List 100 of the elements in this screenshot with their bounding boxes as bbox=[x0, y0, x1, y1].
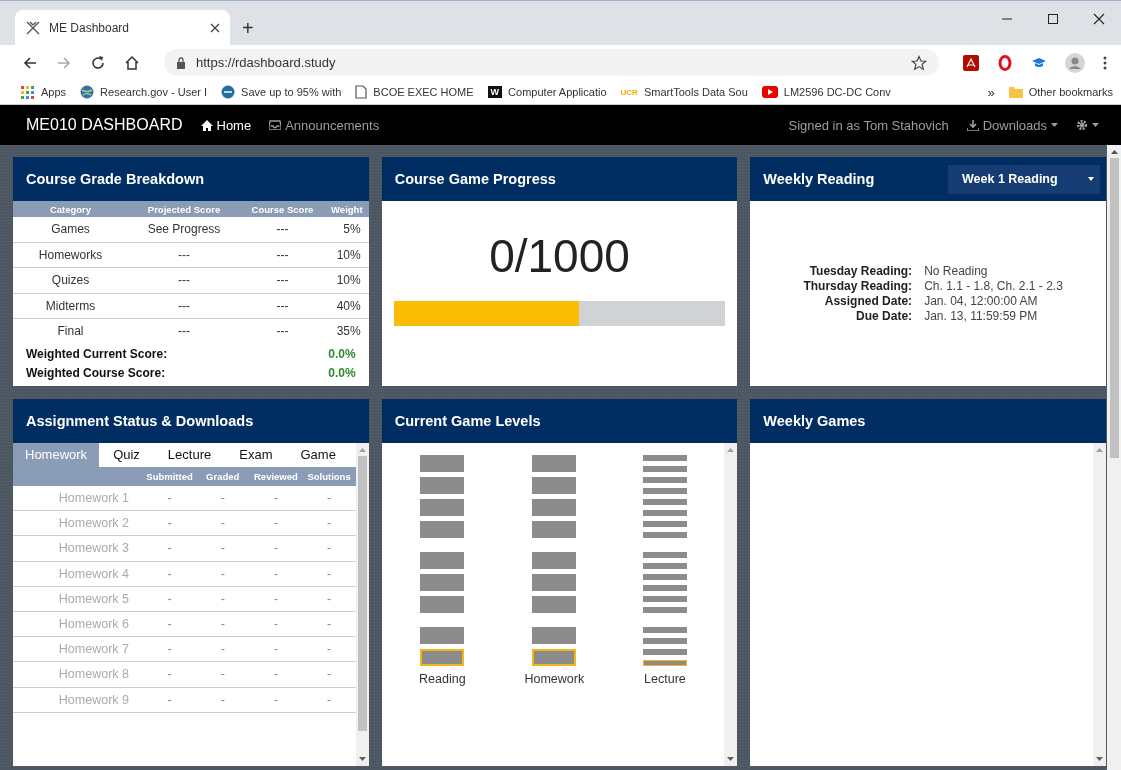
address-bar[interactable]: https://rdashboard.study bbox=[164, 49, 939, 76]
field-label: Assigned Date: bbox=[823, 293, 913, 309]
back-icon[interactable] bbox=[22, 54, 38, 71]
table-cell-text: - bbox=[219, 491, 226, 506]
table-cell-text: - bbox=[272, 516, 279, 531]
score-text: 0/1000 bbox=[489, 229, 630, 283]
downloads-menu[interactable]: Downloads bbox=[966, 117, 1058, 133]
table-cell-text: - bbox=[326, 642, 333, 657]
scrollbar[interactable] bbox=[1093, 443, 1106, 766]
new-tab-button[interactable]: + bbox=[242, 18, 254, 38]
bookmark[interactable]: BCOE EXEC HOME bbox=[373, 86, 474, 98]
table-cell-text: Homework 4 bbox=[57, 566, 130, 581]
apps-icon bbox=[20, 84, 35, 100]
table-cell-text: - bbox=[166, 566, 173, 581]
table-cell-text: Homework 9 bbox=[57, 692, 130, 707]
nav-link[interactable]: Announcements bbox=[269, 117, 380, 133]
scrollbar[interactable] bbox=[724, 443, 738, 766]
avatar-icon[interactable] bbox=[1065, 52, 1085, 73]
total-label: Weighted Course Score: bbox=[26, 365, 166, 380]
bookmark[interactable]: SmartTools Data Sou bbox=[643, 86, 748, 98]
ring-icon[interactable] bbox=[997, 54, 1013, 71]
bookmark[interactable]: Apps bbox=[41, 86, 67, 98]
table-cell-text: - bbox=[166, 491, 173, 506]
table-cell-text: Final bbox=[56, 324, 85, 339]
reload-icon[interactable] bbox=[90, 54, 106, 71]
bookmark[interactable]: Computer Applicatio bbox=[508, 86, 607, 98]
bookmark[interactable]: Research.gov - User I bbox=[100, 86, 208, 98]
field-value: Jan. 13, 11:59:59 PM bbox=[924, 308, 1039, 324]
table-cell-text: 10% bbox=[335, 247, 362, 262]
more-bookmarks-button[interactable]: » bbox=[987, 84, 995, 100]
home-icon[interactable] bbox=[124, 54, 140, 71]
browser-tab[interactable]: ME Dashboard bbox=[15, 10, 230, 45]
panel-title: Course Grade Breakdown bbox=[26, 171, 206, 187]
tab[interactable]: Game bbox=[286, 443, 350, 467]
pdf-icon[interactable] bbox=[963, 54, 979, 71]
settings-menu[interactable] bbox=[1076, 119, 1099, 131]
table-cell-text: - bbox=[166, 591, 173, 606]
table-cell-text: --- bbox=[177, 273, 191, 288]
table-cell-text: - bbox=[219, 541, 226, 556]
column-header: Course Score bbox=[250, 203, 315, 215]
scrollbar[interactable] bbox=[355, 443, 369, 766]
field-value: Ch. 1.1 - 1.8, Ch. 2.1 - 2.3 bbox=[924, 278, 1063, 294]
play-icon bbox=[761, 86, 778, 98]
tab[interactable]: Exam bbox=[225, 443, 287, 467]
panel-title: Weekly Reading bbox=[763, 171, 876, 187]
table-cell-text: Homework 2 bbox=[57, 516, 130, 531]
table-cell-text: - bbox=[219, 642, 226, 657]
table-cell-text: - bbox=[219, 516, 226, 531]
table-cell-text: - bbox=[219, 591, 226, 606]
close-icon[interactable] bbox=[210, 22, 220, 33]
table-cell-text: - bbox=[272, 617, 279, 632]
tools-icon bbox=[25, 19, 41, 36]
table-cell-text: - bbox=[272, 642, 279, 657]
scrollbar[interactable] bbox=[1107, 145, 1121, 770]
field-label: Tuesday Reading: bbox=[808, 263, 913, 279]
table-cell-text: - bbox=[326, 566, 333, 581]
field-label: Thursday Reading: bbox=[803, 278, 913, 294]
panel-title: Weekly Games bbox=[763, 413, 867, 429]
table-cell-text: --- bbox=[275, 324, 290, 339]
table-cell-text: Homework 3 bbox=[57, 541, 130, 556]
column-header: Projected Score bbox=[146, 203, 222, 215]
table-cell-text: - bbox=[272, 591, 279, 606]
table-cell-text: Homework 6 bbox=[57, 617, 130, 632]
menu-icon[interactable] bbox=[1103, 55, 1107, 70]
nav-link[interactable]: Home bbox=[200, 117, 252, 133]
table-cell-text: Homeworks bbox=[37, 247, 104, 262]
table-cell-text: - bbox=[219, 566, 226, 581]
bookmark[interactable]: Save up to 95% with bbox=[241, 86, 342, 98]
tab[interactable]: Quiz bbox=[99, 443, 154, 467]
circle-logo-icon bbox=[221, 85, 236, 99]
scroll-up-icon bbox=[727, 448, 735, 452]
table-cell-text: Homework 8 bbox=[57, 667, 130, 682]
table-cell-text: --- bbox=[177, 324, 191, 339]
close-icon[interactable] bbox=[1093, 13, 1105, 25]
star-icon[interactable] bbox=[911, 54, 927, 71]
table-cell-text: - bbox=[166, 667, 173, 682]
table-cell-text: - bbox=[219, 692, 226, 707]
settings-icon bbox=[1076, 119, 1088, 131]
brand-title[interactable]: ME010 DASHBOARD bbox=[26, 116, 183, 134]
scroll-up-icon bbox=[1096, 448, 1103, 452]
caret-icon bbox=[1051, 123, 1058, 127]
table-cell-text: - bbox=[219, 667, 226, 682]
table-cell-text: 40% bbox=[335, 298, 362, 313]
scroll-up-icon bbox=[358, 448, 366, 452]
level-label: Reading bbox=[419, 672, 466, 686]
table-cell-text: - bbox=[326, 667, 333, 682]
tab[interactable]: Lecture bbox=[153, 443, 226, 467]
bookmark[interactable]: LM2596 DC-DC Conv bbox=[783, 86, 891, 98]
signed-in-text: Signed in as Tom Stahovich bbox=[788, 117, 949, 133]
column-header: Weight bbox=[330, 203, 364, 215]
table-cell-text: See Progress bbox=[146, 222, 222, 237]
column-header: Solutions bbox=[306, 471, 352, 482]
week-dropdown[interactable]: Week 1 Reading bbox=[948, 164, 1100, 194]
table-cell-text: Homework 5 bbox=[57, 591, 130, 606]
field-value: Jan. 04, 12:00:00 AM bbox=[924, 293, 1039, 309]
globe-icon bbox=[80, 85, 95, 99]
bookmark-folder[interactable]: Other bookmarks bbox=[1028, 86, 1113, 98]
maximize-icon[interactable] bbox=[1047, 13, 1059, 25]
field-value: No Reading bbox=[924, 263, 989, 279]
table-cell-text: - bbox=[326, 516, 333, 531]
